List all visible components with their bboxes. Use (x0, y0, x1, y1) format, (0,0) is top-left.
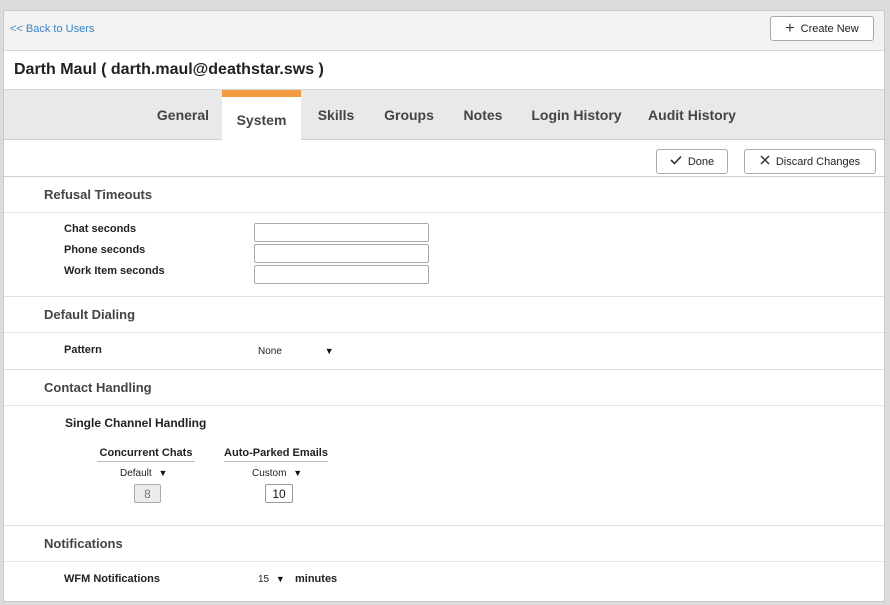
tab-notes[interactable]: Notes (456, 90, 510, 140)
tab-audit-history[interactable]: Audit History (642, 90, 742, 140)
done-label: Done (687, 155, 715, 168)
tab-login-history[interactable]: Login History (525, 90, 628, 140)
chevron-down-icon: ▼ (158, 468, 168, 478)
wfm-notifications-value: 15 (258, 574, 270, 585)
refusal-timeouts-heading: Refusal Timeouts (4, 177, 884, 213)
minutes-label: minutes (295, 573, 338, 585)
create-new-button[interactable]: + Create New (770, 16, 874, 41)
phone-seconds-label: Phone seconds (64, 244, 146, 256)
chat-seconds-label: Chat seconds (64, 223, 137, 235)
wfm-notifications-label: WFM Notifications (64, 573, 160, 585)
contact-handling-heading: Contact Handling (4, 370, 884, 406)
done-button[interactable]: Done (656, 149, 728, 174)
wfm-notifications-select[interactable]: 15 ▼ (258, 574, 285, 585)
plus-icon: + (785, 19, 795, 37)
tab-bar: General System Skills Groups Notes Login… (4, 89, 884, 141)
check-icon (670, 155, 682, 168)
tab-system[interactable]: System (222, 90, 301, 141)
pattern-value: None (258, 346, 282, 357)
chevron-down-icon: ▼ (293, 468, 303, 478)
chat-seconds-input[interactable] (254, 223, 429, 242)
auto-parked-emails-header: Auto-Parked Emails (224, 447, 328, 462)
tab-general[interactable]: General (149, 90, 217, 140)
default-dialing-heading: Default Dialing (4, 297, 884, 333)
refusal-timeouts-section: Chat seconds Phone seconds Work Item sec… (4, 213, 884, 297)
user-detail-panel: << Back to Users + Create New Darth Maul… (3, 10, 885, 602)
concurrent-chats-select[interactable]: Default ▼ (120, 468, 167, 479)
pattern-select[interactable]: None ▼ (258, 346, 334, 357)
page-title: Darth Maul ( darth.maul@deathstar.sws ) (14, 61, 324, 78)
auto-parked-emails-select[interactable]: Custom ▼ (252, 468, 302, 479)
chevron-down-icon: ▼ (275, 574, 285, 584)
chevron-down-icon: ▼ (324, 346, 334, 356)
top-toolbar: << Back to Users + Create New (4, 11, 884, 51)
discard-changes-button[interactable]: Discard Changes (744, 149, 876, 174)
default-dialing-section: Pattern None ▼ (4, 333, 884, 370)
auto-parked-emails-input[interactable]: 10 (265, 484, 293, 503)
concurrent-chats-input: 8 (134, 484, 161, 503)
auto-parked-emails-mode: Custom (252, 468, 287, 479)
pattern-label: Pattern (64, 344, 102, 356)
close-icon (760, 155, 770, 168)
tab-groups[interactable]: Groups (376, 90, 442, 140)
work-item-seconds-input[interactable] (254, 265, 429, 284)
concurrent-chats-mode: Default (120, 468, 152, 479)
single-channel-handling-heading: Single Channel Handling (65, 416, 207, 430)
notifications-section: WFM Notifications 15 ▼ minutes (4, 562, 884, 598)
tab-skills[interactable]: Skills (311, 90, 361, 140)
back-to-users-link[interactable]: << Back to Users (10, 23, 94, 35)
action-bar: Done Discard Changes (4, 140, 884, 177)
discard-label: Discard Changes (775, 155, 861, 168)
create-new-label: Create New (800, 22, 859, 35)
notifications-heading: Notifications (4, 526, 884, 562)
contact-handling-section: Single Channel Handling Concurrent Chats… (4, 406, 884, 526)
work-item-seconds-label: Work Item seconds (64, 265, 165, 277)
phone-seconds-input[interactable] (254, 244, 429, 263)
concurrent-chats-header: Concurrent Chats (97, 447, 195, 462)
